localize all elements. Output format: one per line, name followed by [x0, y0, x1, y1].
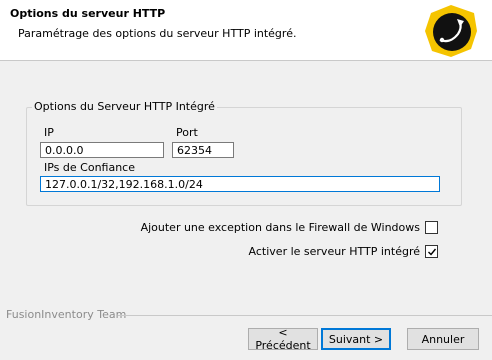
- back-button[interactable]: < Précédent: [248, 326, 318, 352]
- checkmark-icon: [427, 248, 436, 256]
- enable-http-label: Activer le serveur HTTP intégré: [248, 245, 420, 258]
- page-subtitle: Paramétrage des options du serveur HTTP …: [18, 27, 297, 40]
- wizard-header: Options du serveur HTTP Paramétrage des …: [0, 0, 492, 61]
- footer-divider: [118, 315, 492, 316]
- group-title: Options du Serveur HTTP Intégré: [32, 100, 217, 113]
- port-input[interactable]: [172, 142, 234, 158]
- page-title: Options du serveur HTTP: [10, 7, 166, 20]
- next-button[interactable]: Suivant >: [321, 328, 391, 350]
- ip-label: IP: [44, 126, 54, 139]
- trusted-ips-input[interactable]: [40, 176, 440, 192]
- firewall-exception-label: Ajouter une exception dans le Firewall d…: [140, 221, 420, 234]
- cancel-button[interactable]: Annuler: [407, 328, 479, 350]
- ip-input[interactable]: [40, 142, 164, 158]
- enable-http-checkbox[interactable]: [425, 245, 438, 258]
- firewall-exception-option[interactable]: Ajouter une exception dans le Firewall d…: [141, 221, 438, 234]
- fusioninventory-logo-icon: [424, 4, 478, 58]
- trusted-ips-label: IPs de Confiance: [44, 161, 135, 174]
- firewall-exception-checkbox[interactable]: [425, 221, 438, 234]
- enable-http-option[interactable]: Activer le serveur HTTP intégré: [249, 245, 438, 258]
- port-label: Port: [176, 126, 198, 139]
- footer-brand: FusionInventory Team: [6, 308, 127, 321]
